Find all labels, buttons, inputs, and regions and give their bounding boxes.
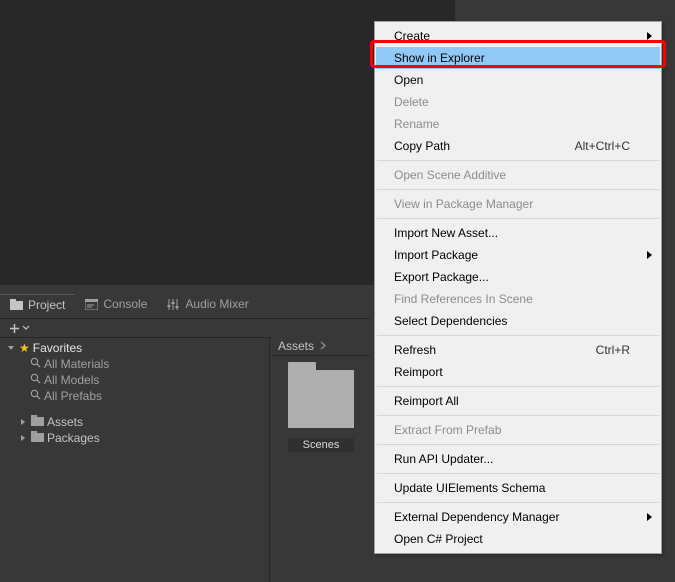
menu-item-label: Export Package... — [394, 270, 630, 284]
folder-icon — [288, 370, 354, 428]
project-icon — [10, 299, 23, 310]
tab-project[interactable]: Project — [0, 294, 75, 315]
assets-grid: Assets Scenes — [272, 336, 370, 582]
audio-mixer-icon — [167, 299, 180, 310]
assets-label: Assets — [47, 415, 83, 429]
menu-item-external-dependency-manager[interactable]: External Dependency Manager — [376, 506, 660, 528]
folder-icon — [31, 415, 44, 429]
menu-separator — [377, 415, 659, 416]
tab-label: Project — [28, 298, 65, 312]
menu-item-show-in-explorer[interactable]: Show in Explorer — [376, 47, 660, 69]
breadcrumb[interactable]: Assets — [272, 336, 370, 356]
fav-item-label: All Prefabs — [44, 389, 102, 403]
menu-item-delete: Delete — [376, 91, 660, 113]
add-button[interactable] — [4, 321, 34, 336]
menu-separator — [377, 218, 659, 219]
menu-item-shortcut: Ctrl+R — [596, 343, 630, 357]
menu-separator — [377, 335, 659, 336]
menu-item-label: Open Scene Additive — [394, 168, 630, 182]
submenu-arrow-icon — [647, 513, 652, 521]
menu-item-find-references-in-scene: Find References In Scene — [376, 288, 660, 310]
bottom-panel-tabs: Project Console Audio Mixer — [0, 293, 370, 315]
menu-item-label: Update UIElements Schema — [394, 481, 630, 495]
menu-separator — [377, 189, 659, 190]
submenu-arrow-icon — [647, 251, 652, 259]
menu-item-open[interactable]: Open — [376, 69, 660, 91]
menu-item-label: Show in Explorer — [394, 51, 630, 65]
menu-item-label: Create — [394, 29, 630, 43]
tab-label: Console — [103, 297, 147, 311]
menu-separator — [377, 386, 659, 387]
menu-item-label: External Dependency Manager — [394, 510, 630, 524]
context-menu: Create Show in Explorer Open Delete Rename Co… — [374, 21, 662, 554]
menu-item-label: Extract From Prefab — [394, 423, 630, 437]
chevron-right-icon — [320, 339, 326, 353]
menu-item-label: Rename — [394, 117, 630, 131]
menu-item-label: Open — [394, 73, 630, 87]
sidebar-item-packages[interactable]: Packages — [0, 430, 269, 446]
sidebar-item-assets[interactable]: Assets — [0, 414, 269, 430]
menu-item-shortcut: Alt+Ctrl+C — [575, 139, 630, 153]
menu-item-label: View in Package Manager — [394, 197, 630, 211]
menu-separator — [377, 502, 659, 503]
sidebar-fav-item[interactable]: All Prefabs — [0, 388, 269, 404]
menu-item-run-api-updater[interactable]: Run API Updater... — [376, 448, 660, 470]
tab-audio-mixer[interactable]: Audio Mixer — [157, 294, 258, 314]
menu-item-label: Import Package — [394, 248, 630, 262]
sidebar-fav-item[interactable]: All Materials — [0, 356, 269, 372]
menu-item-update-uielements-schema[interactable]: Update UIElements Schema — [376, 477, 660, 499]
menu-item-label: Reimport All — [394, 394, 630, 408]
breadcrumb-label: Assets — [278, 339, 314, 353]
sidebar-fav-item[interactable]: All Models — [0, 372, 269, 388]
foldout-icon[interactable] — [6, 344, 16, 352]
packages-label: Packages — [47, 431, 100, 445]
menu-item-rename: Rename — [376, 113, 660, 135]
project-sidebar: ★ Favorites All Materials All Models All… — [0, 338, 270, 582]
foldout-icon[interactable] — [18, 418, 28, 426]
menu-item-label: Copy Path — [394, 139, 575, 153]
favorites-label: Favorites — [33, 341, 82, 355]
sidebar-favorites[interactable]: ★ Favorites — [0, 340, 269, 356]
asset-tile[interactable]: Scenes — [288, 370, 354, 452]
menu-item-label: Run API Updater... — [394, 452, 630, 466]
menu-item-extract-from-prefab: Extract From Prefab — [376, 419, 660, 441]
menu-separator — [377, 160, 659, 161]
menu-item-open-c-project[interactable]: Open C# Project — [376, 528, 660, 550]
tab-console[interactable]: Console — [75, 294, 157, 314]
menu-item-create[interactable]: Create — [376, 25, 660, 47]
star-icon: ★ — [19, 341, 30, 355]
menu-item-label: Open C# Project — [394, 532, 630, 546]
folder-icon — [31, 431, 44, 445]
search-icon — [30, 373, 41, 387]
menu-item-label: Reimport — [394, 365, 630, 379]
menu-item-label: Refresh — [394, 343, 596, 357]
menu-item-refresh[interactable]: RefreshCtrl+R — [376, 339, 660, 361]
menu-item-import-new-asset[interactable]: Import New Asset... — [376, 222, 660, 244]
menu-item-select-dependencies[interactable]: Select Dependencies — [376, 310, 660, 332]
project-toolbar — [0, 318, 370, 338]
menu-item-export-package[interactable]: Export Package... — [376, 266, 660, 288]
foldout-icon[interactable] — [18, 434, 28, 442]
fav-item-label: All Models — [44, 373, 99, 387]
search-icon — [30, 357, 41, 371]
menu-separator — [377, 444, 659, 445]
search-icon — [30, 389, 41, 403]
menu-item-label: Select Dependencies — [394, 314, 630, 328]
console-icon — [85, 299, 98, 310]
tab-label: Audio Mixer — [185, 297, 248, 311]
menu-item-label: Import New Asset... — [394, 226, 630, 240]
menu-item-label: Delete — [394, 95, 630, 109]
menu-item-reimport[interactable]: Reimport — [376, 361, 660, 383]
asset-caption: Scenes — [288, 438, 354, 452]
menu-item-copy-path[interactable]: Copy PathAlt+Ctrl+C — [376, 135, 660, 157]
fav-item-label: All Materials — [44, 357, 109, 371]
menu-item-reimport-all[interactable]: Reimport All — [376, 390, 660, 412]
submenu-arrow-icon — [647, 32, 652, 40]
menu-item-open-scene-additive: Open Scene Additive — [376, 164, 660, 186]
menu-item-label: Find References In Scene — [394, 292, 630, 306]
menu-item-view-in-package-manager: View in Package Manager — [376, 193, 660, 215]
menu-separator — [377, 473, 659, 474]
menu-item-import-package[interactable]: Import Package — [376, 244, 660, 266]
